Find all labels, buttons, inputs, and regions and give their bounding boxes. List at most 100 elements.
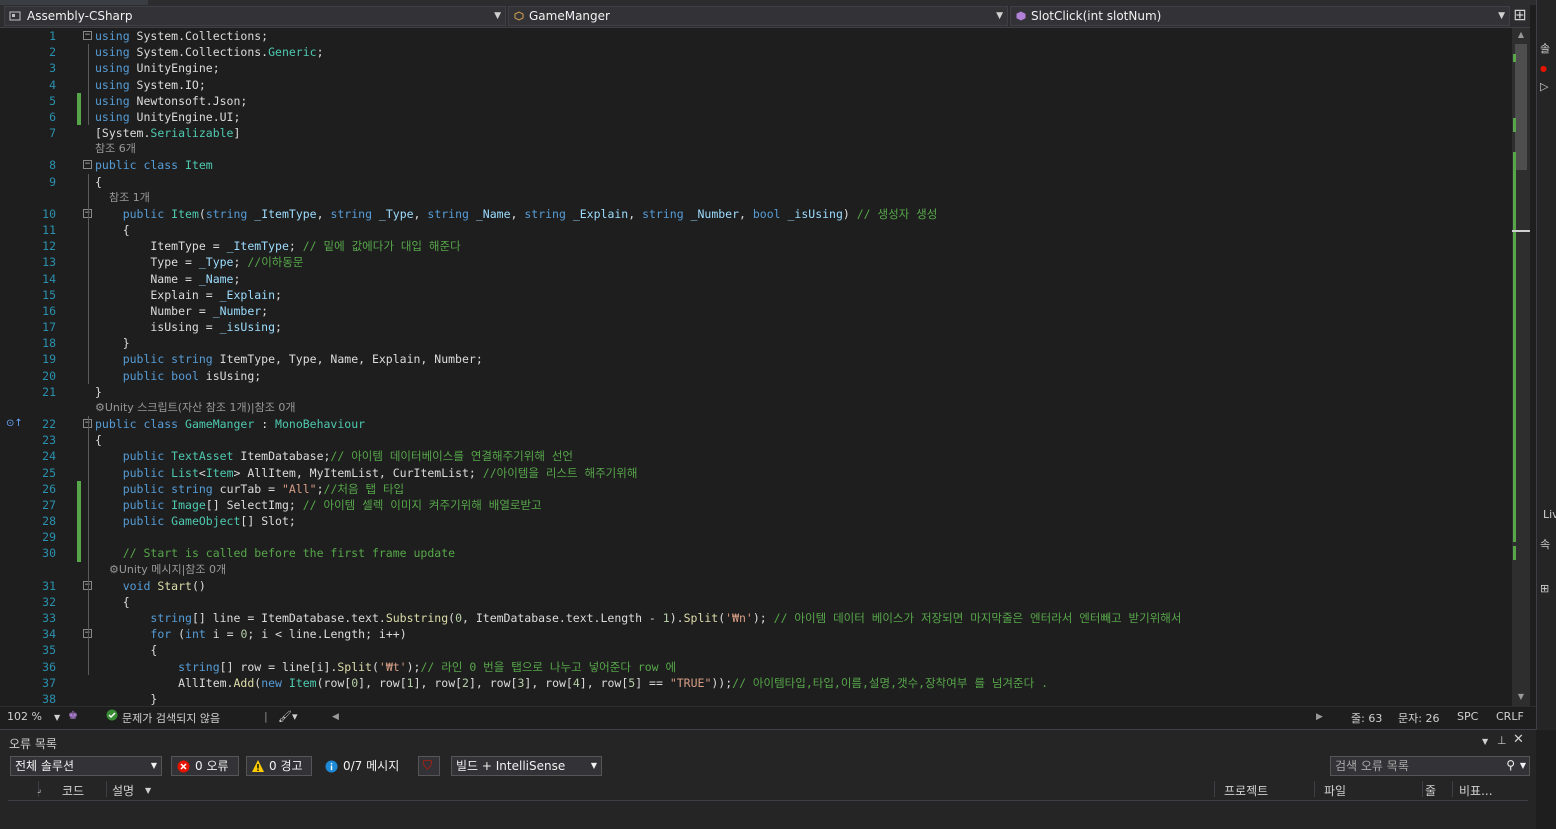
unity-script-indicator-icon[interactable]: ⊙↑ xyxy=(6,418,23,429)
column-file[interactable]: 파일 xyxy=(1324,782,1346,799)
code-line[interactable]: { xyxy=(95,594,130,610)
fold-guide xyxy=(88,173,89,384)
code-line[interactable]: Type = _Type; //이하동문 xyxy=(95,254,303,270)
search-error-list-input[interactable]: 검색 오류 목록 ⚲ ▼ xyxy=(1330,756,1530,776)
pin-icon[interactable]: ⊥ xyxy=(1497,734,1507,747)
code-line[interactable]: using UnityEngine; xyxy=(95,60,220,76)
code-line[interactable]: using System.Collections; xyxy=(95,28,268,44)
column-description[interactable]: 설명 xyxy=(112,782,134,799)
line-number: 19 xyxy=(42,352,56,367)
panel-menu-icon[interactable]: ▼ xyxy=(1482,737,1488,746)
code-line[interactable]: } xyxy=(95,335,130,351)
member-dropdown[interactable]: SlotClick(int slotNum) ▼ xyxy=(1010,6,1510,26)
messages-filter-button[interactable]: 0/7 메시지 xyxy=(319,756,409,776)
member-label: SlotClick(int slotNum) xyxy=(1031,9,1162,23)
codelens-hint[interactable]: ⚙Unity 메시지|참조 0개 xyxy=(95,562,226,578)
code-line[interactable]: public GameObject[] Slot; xyxy=(95,513,296,529)
line-number: 1 xyxy=(49,29,56,43)
line-number: 38 xyxy=(42,691,56,706)
code-line[interactable]: { xyxy=(95,642,157,658)
code-line[interactable]: // Start is called before the first fram… xyxy=(95,545,455,561)
properties-tab[interactable]: 속 xyxy=(1540,536,1550,552)
scrollbar-thumb[interactable] xyxy=(1515,44,1527,170)
code-line[interactable]: for (int i = 0; i < line.Length; i++) xyxy=(95,626,406,642)
expand-icon[interactable]: ▷ xyxy=(1540,80,1548,93)
code-line[interactable]: using System.Collections.Generic; xyxy=(95,44,324,60)
code-line[interactable]: AllItem.Add(new Item(row[0], row[1], row… xyxy=(95,675,1048,691)
build-source-dropdown[interactable]: 빌드 + IntelliSense ▼ xyxy=(451,756,602,776)
code-line[interactable]: public Item(string _ItemType, string _Ty… xyxy=(95,206,938,222)
collapse-icon[interactable]: − xyxy=(83,160,92,170)
code-line[interactable]: [System.Serializable] xyxy=(95,125,240,141)
line-number-status[interactable]: 줄: 63 xyxy=(1351,710,1382,726)
line-number: 25 xyxy=(42,465,56,480)
vertical-scrollbar[interactable]: ▲ ▼ xyxy=(1512,28,1530,706)
caret-position-marker xyxy=(1512,230,1530,232)
column-line[interactable]: 줄 xyxy=(1425,782,1436,799)
chevron-down-icon[interactable]: ▼ xyxy=(54,713,60,722)
code-line[interactable]: public Image[] SelectImg; // 아이템 셀렉 이미지 … xyxy=(95,497,542,513)
scroll-down-icon[interactable]: ▼ xyxy=(1512,692,1530,701)
class-dropdown[interactable]: GameManger ▼ xyxy=(508,6,1008,26)
code-line[interactable]: ItemType = _ItemType; // 밑에 값에다가 대입 해준다 xyxy=(95,238,460,254)
column-project[interactable]: 프로젝트 xyxy=(1224,782,1268,799)
scope-dropdown[interactable]: 전체 솔루션 ▼ xyxy=(10,756,162,776)
chevron-down-icon[interactable]: ▼ xyxy=(145,786,151,795)
codelens-hint[interactable]: ⚙Unity 스크립트(자산 참조 1개)|참조 0개 xyxy=(95,400,295,416)
code-line[interactable]: using System.IO; xyxy=(95,77,206,93)
code-line[interactable]: Name = _Name; xyxy=(95,271,240,287)
solution-explorer-tab[interactable]: 솔 xyxy=(1540,40,1550,56)
code-line[interactable]: public string ItemType, Type, Name, Expl… xyxy=(95,351,483,367)
line-number: 20 xyxy=(42,368,56,383)
fold-guide xyxy=(88,416,89,675)
sort-icon[interactable]: ⌟ xyxy=(37,785,41,795)
issues-status[interactable]: 문제가 검색되지 않음 xyxy=(122,710,220,726)
codelens-hint[interactable]: 참조 6개 xyxy=(95,141,136,157)
filter-button[interactable]: ⛉ xyxy=(418,756,440,776)
warnings-filter-button[interactable]: 0 경고 xyxy=(246,756,312,776)
code-line[interactable]: Explain = _Explain; xyxy=(95,287,282,303)
code-line[interactable]: { xyxy=(95,432,102,448)
close-icon[interactable]: ✕ xyxy=(1513,732,1524,747)
scroll-up-icon[interactable]: ▲ xyxy=(1512,30,1530,39)
code-line[interactable]: string[] row = line[i].Split('₩t');// 라인… xyxy=(95,659,676,675)
collapse-icon[interactable]: − xyxy=(83,31,92,40)
char-number-status[interactable]: 문자: 26 xyxy=(1398,710,1439,726)
code-line[interactable]: using Newtonsoft.Json; xyxy=(95,93,247,109)
toolbox-icon[interactable]: ⊞ xyxy=(1540,582,1549,595)
line-number: 31 xyxy=(42,578,56,593)
line-number: 34 xyxy=(42,627,56,642)
live-share-tab[interactable]: Liv xyxy=(1543,508,1556,521)
scroll-right-icon[interactable]: ▶ xyxy=(1316,712,1323,722)
code-line[interactable]: public class GameManger : MonoBehaviour xyxy=(95,416,365,432)
code-line[interactable]: public List<Item> AllItem, MyItemList, C… xyxy=(95,465,638,481)
code-cleanup-icon[interactable]: 🖌▾ xyxy=(278,710,298,723)
column-code[interactable]: 코드 xyxy=(62,782,84,799)
zoom-level[interactable]: 102 % xyxy=(7,710,42,723)
split-editor-button[interactable]: ⊞ xyxy=(1512,6,1528,24)
whitespace-status[interactable]: SPC xyxy=(1457,710,1478,723)
change-indicator xyxy=(77,92,81,109)
intellicode-icon[interactable]: ♚ xyxy=(68,709,78,722)
code-editor[interactable]: ⊙↑ 1− using System.Collections; 2 using Sys… xyxy=(0,28,1512,706)
code-line[interactable]: string[] line = ItemDatabase.text.Substr… xyxy=(95,610,1181,626)
code-line[interactable]: public TextAsset ItemDatabase;// 아이템 데이터… xyxy=(95,448,573,464)
code-line[interactable]: public bool isUsing; xyxy=(95,368,261,384)
code-line[interactable]: public class Item xyxy=(95,157,213,173)
code-line[interactable]: isUsing = _isUsing; xyxy=(95,319,282,335)
codelens-hint[interactable]: 참조 1개 xyxy=(95,190,150,206)
code-line[interactable]: { xyxy=(95,174,102,190)
code-line[interactable]: void Start() xyxy=(95,578,206,594)
scroll-left-icon[interactable]: ◀ xyxy=(332,712,339,722)
change-indicator xyxy=(77,513,81,530)
code-line[interactable]: } xyxy=(95,384,102,400)
errors-filter-button[interactable]: 0 오류 xyxy=(171,756,239,776)
code-line[interactable]: Number = _Number; xyxy=(95,303,268,319)
code-line[interactable]: using UnityEngine.UI; xyxy=(95,109,240,125)
column-suppression[interactable]: 비표... xyxy=(1459,782,1493,799)
code-line[interactable]: public string curTab = "All";//처음 탭 타입 xyxy=(95,481,404,497)
project-dropdown[interactable]: Assembly-CSharp ▼ xyxy=(4,6,506,26)
line-ending-status[interactable]: CRLF xyxy=(1496,710,1524,723)
code-line[interactable]: { xyxy=(95,222,130,238)
code-line[interactable]: } xyxy=(95,691,157,706)
